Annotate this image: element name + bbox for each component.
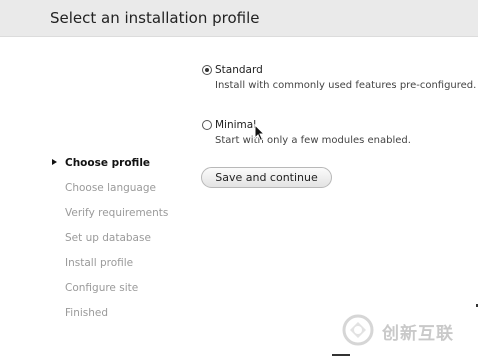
radio-minimal[interactable]	[202, 120, 212, 130]
step-set-up-database: Set up database	[65, 232, 151, 244]
radio-standard[interactable]	[202, 65, 212, 75]
step-choose-language: Choose language	[65, 182, 156, 194]
step-choose-profile: Choose profile	[65, 157, 151, 169]
profile-label-standard[interactable]: Standard	[215, 64, 263, 76]
step-verify-requirements: Verify requirements	[65, 207, 169, 219]
mouse-pointer-icon	[254, 124, 266, 142]
brand-logo-icon	[342, 314, 374, 346]
step-install-profile: Install profile	[65, 257, 134, 269]
save-and-continue-button[interactable]: Save and continue	[201, 167, 332, 188]
watermark: 创新互联	[340, 313, 474, 347]
page-title: Select an installation profile	[50, 9, 260, 27]
profile-description-minimal: Start with only a few modules enabled.	[215, 135, 411, 146]
triangle-right-icon	[52, 159, 57, 165]
installer-page: Select an installation profile Choose pr…	[0, 0, 478, 359]
watermark-text: 创新互联	[382, 324, 454, 344]
step-configure-site: Configure site	[65, 282, 139, 294]
page-header: Select an installation profile	[0, 0, 478, 37]
edge-artifact-bottom	[332, 354, 350, 356]
profile-description-standard: Install with commonly used features pre-…	[215, 80, 477, 91]
profile-label-minimal[interactable]: Minimal	[215, 119, 256, 131]
step-finished: Finished	[65, 307, 109, 319]
